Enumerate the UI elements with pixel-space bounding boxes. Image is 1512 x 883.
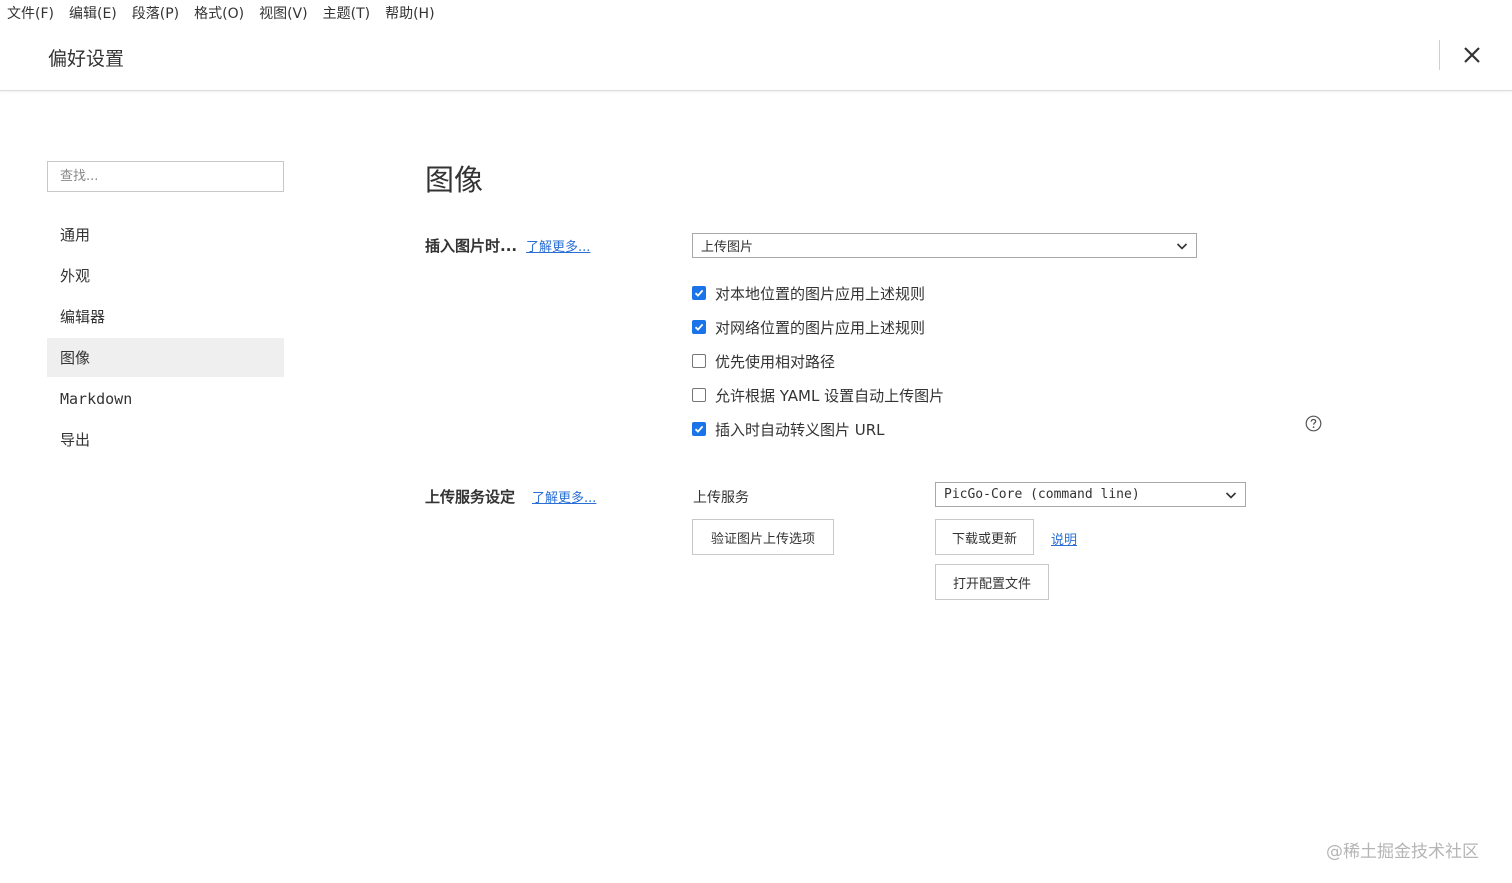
option-relative-path[interactable]: 优先使用相对路径 — [692, 344, 944, 378]
option-apply-network[interactable]: 对网络位置的图片应用上述规则 — [692, 310, 944, 344]
check-icon — [694, 323, 704, 331]
explain-link[interactable]: 说明 — [1051, 529, 1077, 548]
section-title: 图像 — [425, 163, 484, 197]
insert-action-select[interactable]: 上传图片 — [692, 233, 1197, 258]
sidebar-item-editor[interactable]: 编辑器 — [47, 297, 284, 336]
check-icon — [694, 425, 704, 433]
menu-format[interactable]: 格式(O) — [194, 3, 244, 23]
sidebar-nav: 通用 外观 编辑器 图像 Markdown 导出 — [47, 215, 284, 461]
open-config-button[interactable]: 打开配置文件 — [935, 564, 1049, 600]
sidebar-item-export[interactable]: 导出 — [47, 420, 284, 459]
question-circle-icon[interactable] — [1305, 415, 1322, 432]
header-divider — [1439, 40, 1440, 70]
chevron-down-icon — [1225, 492, 1237, 499]
upload-service-select[interactable]: PicGo-Core (command line) — [935, 482, 1246, 507]
insert-image-label: 插入图片时... — [425, 237, 518, 255]
option-label: 允许根据 YAML 设置自动上传图片 — [715, 386, 945, 405]
check-icon — [694, 289, 704, 297]
download-update-button[interactable]: 下载或更新 — [935, 519, 1034, 555]
menu-help[interactable]: 帮助(H) — [385, 3, 434, 23]
menu-file[interactable]: 文件(F) — [7, 3, 54, 23]
upload-service-value: PicGo-Core (command line) — [944, 487, 1140, 502]
chevron-down-icon — [1176, 243, 1188, 250]
menu-edit[interactable]: 编辑(E) — [69, 3, 117, 23]
menu-bar: 文件(F) 编辑(E) 段落(P) 格式(O) 视图(V) 主题(T) 帮助(H… — [0, 0, 1512, 25]
menu-view[interactable]: 视图(V) — [259, 3, 308, 23]
checkbox-unchecked[interactable] — [692, 388, 706, 402]
checkbox-checked[interactable] — [692, 422, 706, 436]
option-escape-url[interactable]: 插入时自动转义图片 URL — [692, 412, 944, 446]
insert-learn-more-link[interactable]: 了解更多... — [526, 236, 590, 255]
watermark: @稀土掘金技术社区 — [1326, 842, 1479, 862]
option-label: 插入时自动转义图片 URL — [715, 420, 885, 439]
checkbox-checked[interactable] — [692, 286, 706, 300]
upload-service-label: 上传服务 — [693, 490, 749, 506]
sidebar-item-appearance[interactable]: 外观 — [47, 256, 284, 295]
option-label: 对网络位置的图片应用上述规则 — [715, 318, 926, 337]
page-title: 偏好设置 — [48, 48, 125, 70]
option-label: 对本地位置的图片应用上述规则 — [715, 284, 926, 303]
option-label: 优先使用相对路径 — [715, 352, 836, 371]
menu-paragraph[interactable]: 段落(P) — [132, 3, 179, 23]
close-button[interactable] — [1458, 41, 1486, 69]
insert-options: 对本地位置的图片应用上述规则 对网络位置的图片应用上述规则 优先使用相对路径 允… — [692, 276, 944, 446]
sidebar-item-markdown[interactable]: Markdown — [47, 379, 284, 418]
option-apply-local[interactable]: 对本地位置的图片应用上述规则 — [692, 276, 944, 310]
search-input[interactable] — [47, 161, 284, 192]
upload-service-settings-label: 上传服务设定 — [425, 488, 516, 506]
verify-upload-button[interactable]: 验证图片上传选项 — [692, 519, 834, 555]
menu-theme[interactable]: 主题(T) — [323, 3, 370, 23]
checkbox-unchecked[interactable] — [692, 354, 706, 368]
insert-action-value: 上传图片 — [701, 240, 754, 255]
preferences-header: 偏好设置 — [0, 25, 1512, 91]
checkbox-checked[interactable] — [692, 320, 706, 334]
close-icon — [1464, 47, 1480, 63]
sidebar-item-image[interactable]: 图像 — [47, 338, 284, 377]
option-yaml-upload[interactable]: 允许根据 YAML 设置自动上传图片 — [692, 378, 944, 412]
sidebar-item-general[interactable]: 通用 — [47, 215, 284, 254]
upload-learn-more-link[interactable]: 了解更多... — [532, 487, 596, 506]
